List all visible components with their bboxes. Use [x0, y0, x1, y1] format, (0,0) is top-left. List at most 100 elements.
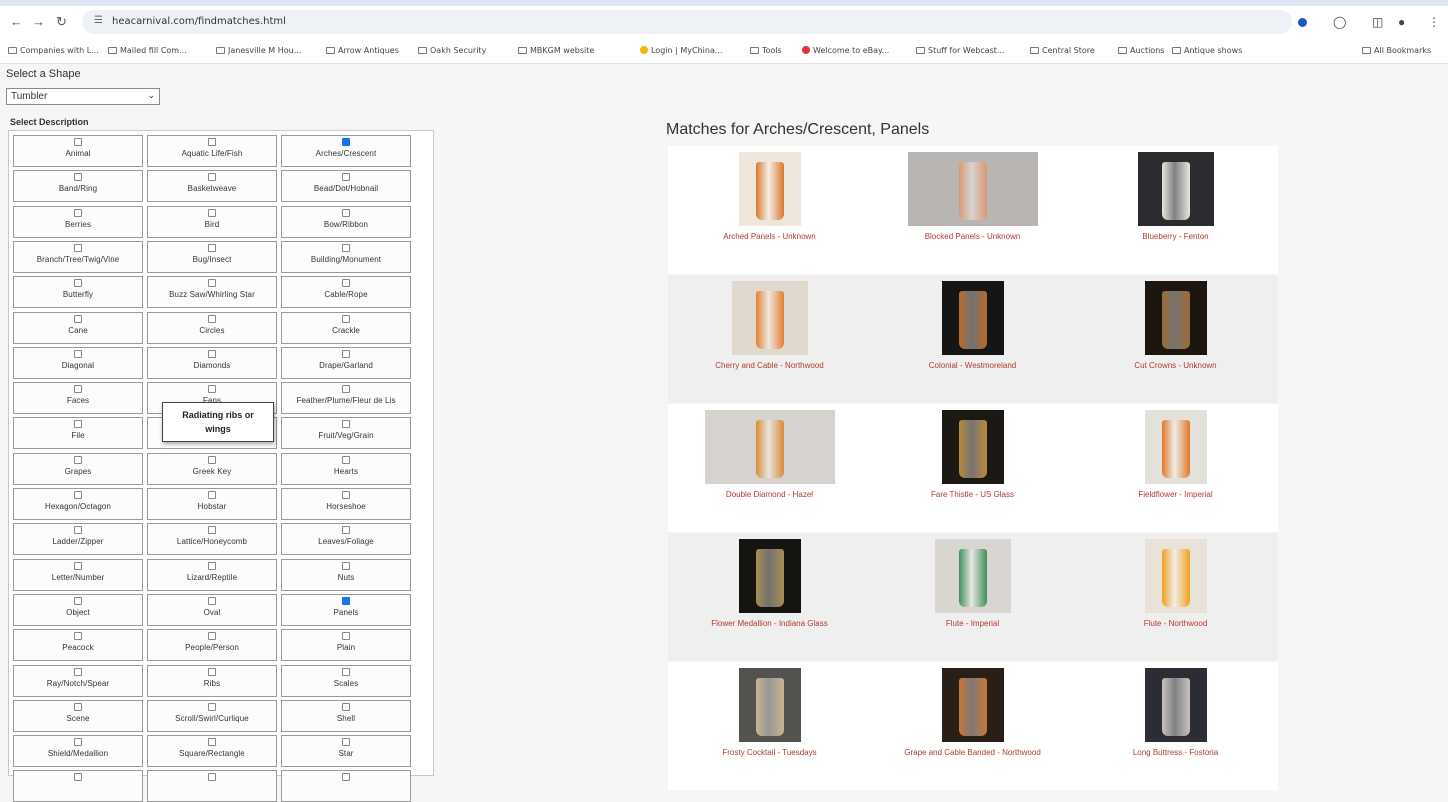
- result-item[interactable]: Cherry and Cable - Northwood: [668, 275, 871, 403]
- extension-icon[interactable]: [1298, 16, 1307, 30]
- description-checkbox[interactable]: [342, 279, 350, 288]
- description-option[interactable]: Butterfly: [13, 276, 143, 309]
- description-checkbox[interactable]: [342, 243, 350, 252]
- result-caption-link[interactable]: Blocked Panels - Unknown: [871, 232, 1074, 241]
- description-checkbox[interactable]: [208, 279, 216, 288]
- result-thumbnail[interactable]: [941, 668, 1004, 742]
- description-checkbox[interactable]: [342, 738, 350, 747]
- description-option[interactable]: Panels: [281, 593, 411, 626]
- address-bar[interactable]: ☰ heacarnival.com/findmatches.html: [82, 10, 1292, 34]
- description-option[interactable]: Hobstar: [147, 488, 277, 520]
- result-thumbnail[interactable]: [941, 410, 1004, 484]
- description-checkbox[interactable]: [74, 349, 82, 358]
- description-option[interactable]: [13, 770, 143, 802]
- result-item[interactable]: Blocked Panels - Unknown: [871, 146, 1074, 274]
- description-checkbox[interactable]: [208, 173, 216, 182]
- description-option[interactable]: Cable/Rope: [281, 276, 411, 309]
- description-option[interactable]: Grapes: [13, 452, 143, 485]
- description-checkbox[interactable]: [208, 526, 216, 535]
- description-checkbox[interactable]: [342, 208, 350, 217]
- description-checkbox[interactable]: [74, 243, 82, 252]
- description-checkbox[interactable]: [342, 773, 350, 782]
- description-checkbox[interactable]: [342, 173, 350, 182]
- result-thumbnail[interactable]: [1144, 410, 1207, 484]
- description-option[interactable]: People/Person: [147, 629, 277, 662]
- description-option[interactable]: Feather/Plume/Fleur de Lis: [281, 382, 411, 415]
- description-checkbox[interactable]: [208, 385, 216, 394]
- description-option[interactable]: Ribs: [147, 664, 277, 697]
- result-thumbnail[interactable]: [738, 539, 801, 613]
- bookmark-item[interactable]: Central Store: [1030, 46, 1095, 55]
- description-option[interactable]: Scales: [281, 664, 411, 697]
- result-item[interactable]: Flute - Northwood: [1074, 533, 1277, 661]
- result-item[interactable]: Blueberry - Fenton: [1074, 146, 1277, 274]
- description-option[interactable]: Basketweave: [147, 170, 277, 203]
- description-checkbox[interactable]: [342, 455, 350, 464]
- description-option[interactable]: Berries: [13, 205, 143, 238]
- result-item[interactable]: Flute - Imperial: [871, 533, 1074, 661]
- result-caption-link[interactable]: Flute - Imperial: [871, 619, 1074, 628]
- description-option[interactable]: Bow/Ribbon: [281, 205, 411, 238]
- description-option[interactable]: Hearts: [281, 452, 411, 485]
- result-item[interactable]: Double Diamond - Hazel: [668, 404, 871, 532]
- result-caption-link[interactable]: Cherry and Cable - Northwood: [668, 361, 871, 370]
- description-checkbox[interactable]: [74, 561, 82, 570]
- result-item[interactable]: Long Buttress - Fostoria: [1074, 662, 1277, 790]
- result-item[interactable]: Grape and Cable Banded - Northwood: [871, 662, 1074, 790]
- description-checkbox[interactable]: [74, 173, 82, 182]
- description-option[interactable]: Diamonds: [147, 346, 277, 379]
- description-option[interactable]: Drape/Garland: [281, 346, 411, 379]
- result-caption-link[interactable]: Cut Crowns - Unknown: [1074, 361, 1277, 370]
- description-checkbox[interactable]: [342, 526, 350, 535]
- description-option[interactable]: Circles: [147, 311, 277, 344]
- description-checkbox[interactable]: [342, 667, 350, 676]
- result-thumbnail[interactable]: [907, 152, 1038, 226]
- site-info-icon[interactable]: ☰: [94, 15, 103, 26]
- description-option[interactable]: [281, 770, 411, 802]
- description-option[interactable]: Scroll/Swirl/Curlique: [147, 699, 277, 732]
- description-option[interactable]: Scene: [13, 699, 143, 732]
- bookmark-item[interactable]: Oakh Security: [418, 46, 486, 55]
- description-checkbox[interactable]: [342, 491, 350, 499]
- description-option[interactable]: Cane: [13, 311, 143, 344]
- description-checkbox[interactable]: [74, 773, 82, 782]
- bookmark-item[interactable]: Mailed fill Com...: [108, 46, 187, 55]
- description-option[interactable]: Hexagon/Octagon: [13, 488, 143, 520]
- result-thumbnail[interactable]: [738, 152, 801, 226]
- description-checkbox[interactable]: [342, 314, 350, 323]
- description-checkbox[interactable]: [342, 138, 350, 146]
- result-thumbnail[interactable]: [1137, 152, 1214, 226]
- description-checkbox[interactable]: [342, 420, 350, 429]
- description-checkbox[interactable]: [208, 491, 216, 499]
- description-option[interactable]: Letter/Number: [13, 558, 143, 591]
- description-checkbox[interactable]: [208, 138, 216, 146]
- description-checkbox[interactable]: [74, 738, 82, 747]
- description-checkbox[interactable]: [74, 667, 82, 676]
- bookmark-item[interactable]: Welcome to eBay...: [802, 46, 889, 55]
- description-option[interactable]: Arches/Crescent: [281, 135, 411, 167]
- menu-icon[interactable]: ⋮: [1428, 15, 1440, 29]
- bookmark-item[interactable]: Arrow Antiques: [326, 46, 399, 55]
- description-option[interactable]: Plain: [281, 629, 411, 662]
- description-option[interactable]: Shell: [281, 699, 411, 732]
- description-option[interactable]: Branch/Tree/Twig/Vine: [13, 240, 143, 273]
- result-caption-link[interactable]: Fare Thistle - US Glass: [871, 490, 1074, 499]
- description-checkbox[interactable]: [208, 738, 216, 747]
- description-checkbox[interactable]: [74, 491, 82, 499]
- result-caption-link[interactable]: Blueberry - Fenton: [1074, 232, 1277, 241]
- downloads-icon[interactable]: ◯: [1333, 15, 1346, 29]
- description-option[interactable]: [147, 770, 277, 802]
- all-bookmarks[interactable]: All Bookmarks: [1362, 46, 1431, 55]
- result-caption-link[interactable]: Frosty Cocktail - Tuesdays: [668, 748, 871, 757]
- bookmark-item[interactable]: Stuff for Webcast...: [916, 46, 1005, 55]
- description-option[interactable]: Band/Ring: [13, 170, 143, 203]
- description-checkbox[interactable]: [208, 702, 216, 711]
- back-icon[interactable]: ←: [10, 15, 23, 29]
- bookmark-item[interactable]: Tools: [750, 46, 782, 55]
- description-checkbox[interactable]: [342, 349, 350, 358]
- description-option[interactable]: Fruit/Veg/Grain: [281, 417, 411, 450]
- result-thumbnail[interactable]: [1144, 668, 1207, 742]
- description-checkbox[interactable]: [74, 385, 82, 394]
- description-checkbox[interactable]: [74, 138, 82, 146]
- description-option[interactable]: Greek Key: [147, 452, 277, 485]
